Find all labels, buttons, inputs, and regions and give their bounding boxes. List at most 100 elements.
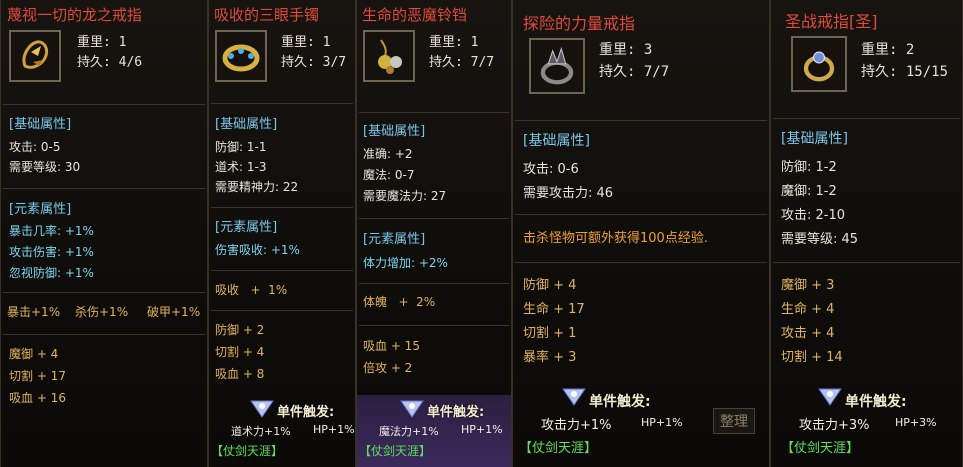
- extra-attr: 破甲+1%: [147, 305, 201, 319]
- element-attr: 体力增加: +2%: [363, 256, 448, 270]
- item-slot[interactable]: [9, 30, 61, 82]
- divider: [211, 103, 353, 104]
- divider: [3, 334, 205, 335]
- item-weight: 重里: 1: [281, 35, 331, 50]
- item-slot[interactable]: [363, 30, 415, 82]
- stat-line: 吸血 + 16: [9, 391, 66, 405]
- divider: [359, 112, 509, 113]
- basic-attr: 防御: 1-2: [781, 160, 837, 175]
- element-attributes-header: [元素属性]: [215, 220, 278, 235]
- trigger-stat: HP+3%: [895, 416, 937, 429]
- trigger-stat: 攻击力+3%: [799, 418, 870, 433]
- set-name: 【仗剑天涯】: [211, 444, 284, 458]
- crusade-ring-icon: [793, 38, 845, 90]
- divider: [515, 262, 767, 263]
- item-tooltip-crusade-ring: 圣战戒指[圣] 重里: 2 持久: 15/15 [基础属性] 防御: 1-2 魔…: [770, 0, 963, 467]
- element-attr: 攻击伤害: +1%: [9, 245, 94, 259]
- basic-attr: 攻击: 2-10: [781, 208, 846, 223]
- item-title: 探险的力量戒指: [523, 14, 636, 33]
- set-name: 【仗剑天涯】: [519, 441, 598, 456]
- item-durability: 持久: 7/7: [599, 64, 670, 80]
- set-bonus-icon: [561, 385, 587, 407]
- item-weight: 重里: 1: [77, 35, 127, 50]
- divider: [3, 292, 205, 293]
- basic-attr: 需要攻击力: 46: [523, 186, 614, 201]
- basic-attr: 魔御: 1-2: [781, 184, 837, 199]
- basic-attr: 需要魔法力: 27: [363, 189, 447, 203]
- trigger-stat: HP+1%: [313, 423, 355, 436]
- element-attr: 忽视防御: +1%: [9, 266, 94, 280]
- stat-line: 生命 + 17: [523, 302, 585, 317]
- set-name: 【仗剑天涯】: [781, 441, 860, 456]
- stat-line: 生命 + 4: [781, 302, 835, 317]
- extra-attr: 体魄 + 2%: [363, 295, 436, 309]
- stat-line: 暴率 + 3: [523, 350, 577, 365]
- item-durability: 持久: 15/15: [861, 64, 949, 80]
- basic-attributes-header: [基础属性]: [363, 124, 426, 139]
- basic-attr: 攻击: 0-6: [523, 162, 579, 177]
- trigger-stat: 道术力+1%: [231, 425, 291, 438]
- divider: [3, 188, 205, 189]
- trigger-stat: 魔法力+1%: [379, 425, 439, 438]
- item-weight: 重里: 3: [599, 42, 653, 58]
- bracelet-icon: [217, 32, 265, 80]
- stat-line: 吸血 + 8: [215, 367, 265, 381]
- item-slot[interactable]: [215, 30, 267, 82]
- item-tooltip-bracelet: 吸收的三眼手镯 重里: 1 持久: 3/7 [基础属性] 防御: 1-1 道术:…: [208, 0, 356, 467]
- basic-attr: 道术: 1-3: [215, 160, 267, 174]
- divider: [515, 120, 767, 121]
- item-weight: 重里: 1: [429, 35, 479, 50]
- basic-attributes-header: [基础属性]: [215, 117, 278, 132]
- set-bonus-icon: [249, 397, 275, 419]
- basic-attr: 防御: 1-1: [215, 140, 267, 154]
- item-durability: 持久: 3/7: [281, 55, 347, 70]
- extra-attr: 杀伤+1%: [75, 305, 129, 319]
- set-bonus-icon: [399, 397, 425, 419]
- item-weight: 重里: 2: [861, 42, 915, 58]
- basic-attr: 攻击: 0-5: [9, 140, 61, 154]
- extra-attr: 吸收 + 1%: [215, 283, 288, 297]
- element-attr: 暴击几率: +1%: [9, 224, 94, 238]
- divider: [359, 325, 509, 326]
- divider: [773, 118, 960, 119]
- stat-line: 切割 + 17: [9, 369, 66, 383]
- stat-line: 防御 + 2: [215, 323, 265, 337]
- item-title: 蔑视一切的龙之戒指: [7, 6, 143, 24]
- basic-attributes-header: [基础属性]: [781, 131, 848, 147]
- stat-line: 切割 + 4: [215, 345, 265, 359]
- item-title: 圣战戒指[圣]: [785, 12, 878, 31]
- trigger-stat: HP+1%: [641, 416, 683, 429]
- item-title: 吸收的三眼手镯: [214, 6, 320, 24]
- stat-line: 倍攻 + 2: [363, 361, 413, 375]
- basic-attr: 需要等级: 45: [781, 232, 859, 247]
- item-title: 生命的恶魔铃铛: [362, 6, 468, 24]
- set-trigger-label: 单件触发:: [427, 405, 485, 420]
- item-durability: 持久: 7/7: [429, 55, 495, 70]
- basic-attr: 魔法: 0-7: [363, 168, 415, 182]
- divider: [359, 218, 509, 219]
- set-trigger-label: 单件触发:: [277, 405, 335, 420]
- basic-attr: 准确: +2: [363, 147, 413, 161]
- item-tooltip-bell: 生命的恶魔铃铛 重里: 1 持久: 7/7 [基础属性] 准确: +2 魔法: …: [356, 0, 512, 467]
- stat-line: 吸血 + 15: [363, 339, 420, 353]
- set-trigger-label: 单件触发:: [845, 394, 907, 410]
- basic-attributes-header: [基础属性]: [523, 133, 590, 149]
- item-tooltip-dragon-ring: 蔑视一切的龙之戒指 重里: 1 持久: 4/6 [基础属性] 攻击: 0-5 需…: [0, 0, 208, 467]
- stat-line: 魔御 + 3: [781, 278, 835, 293]
- element-attr: 伤害吸收: +1%: [215, 243, 300, 257]
- item-slot[interactable]: [529, 38, 585, 94]
- stat-line: 攻击 + 4: [781, 326, 835, 341]
- divider: [211, 270, 353, 271]
- trigger-stat: 攻击力+1%: [541, 418, 612, 433]
- item-tooltip-power-ring: 探险的力量戒指 重里: 3 持久: 7/7 [基础属性] 攻击: 0-6 需要攻…: [512, 0, 770, 467]
- item-durability: 持久: 4/6: [77, 55, 143, 70]
- stat-line: 防御 + 4: [523, 278, 577, 293]
- item-slot[interactable]: [791, 36, 847, 92]
- basic-attr: 需要精神力: 22: [215, 180, 299, 194]
- divider: [773, 262, 960, 263]
- stat-line: 魔御 + 4: [9, 347, 59, 361]
- basic-attributes-header: [基础属性]: [9, 117, 72, 132]
- divider: [211, 310, 353, 311]
- basic-attr: 需要等级: 30: [9, 160, 81, 174]
- sort-button[interactable]: 整理: [713, 408, 755, 434]
